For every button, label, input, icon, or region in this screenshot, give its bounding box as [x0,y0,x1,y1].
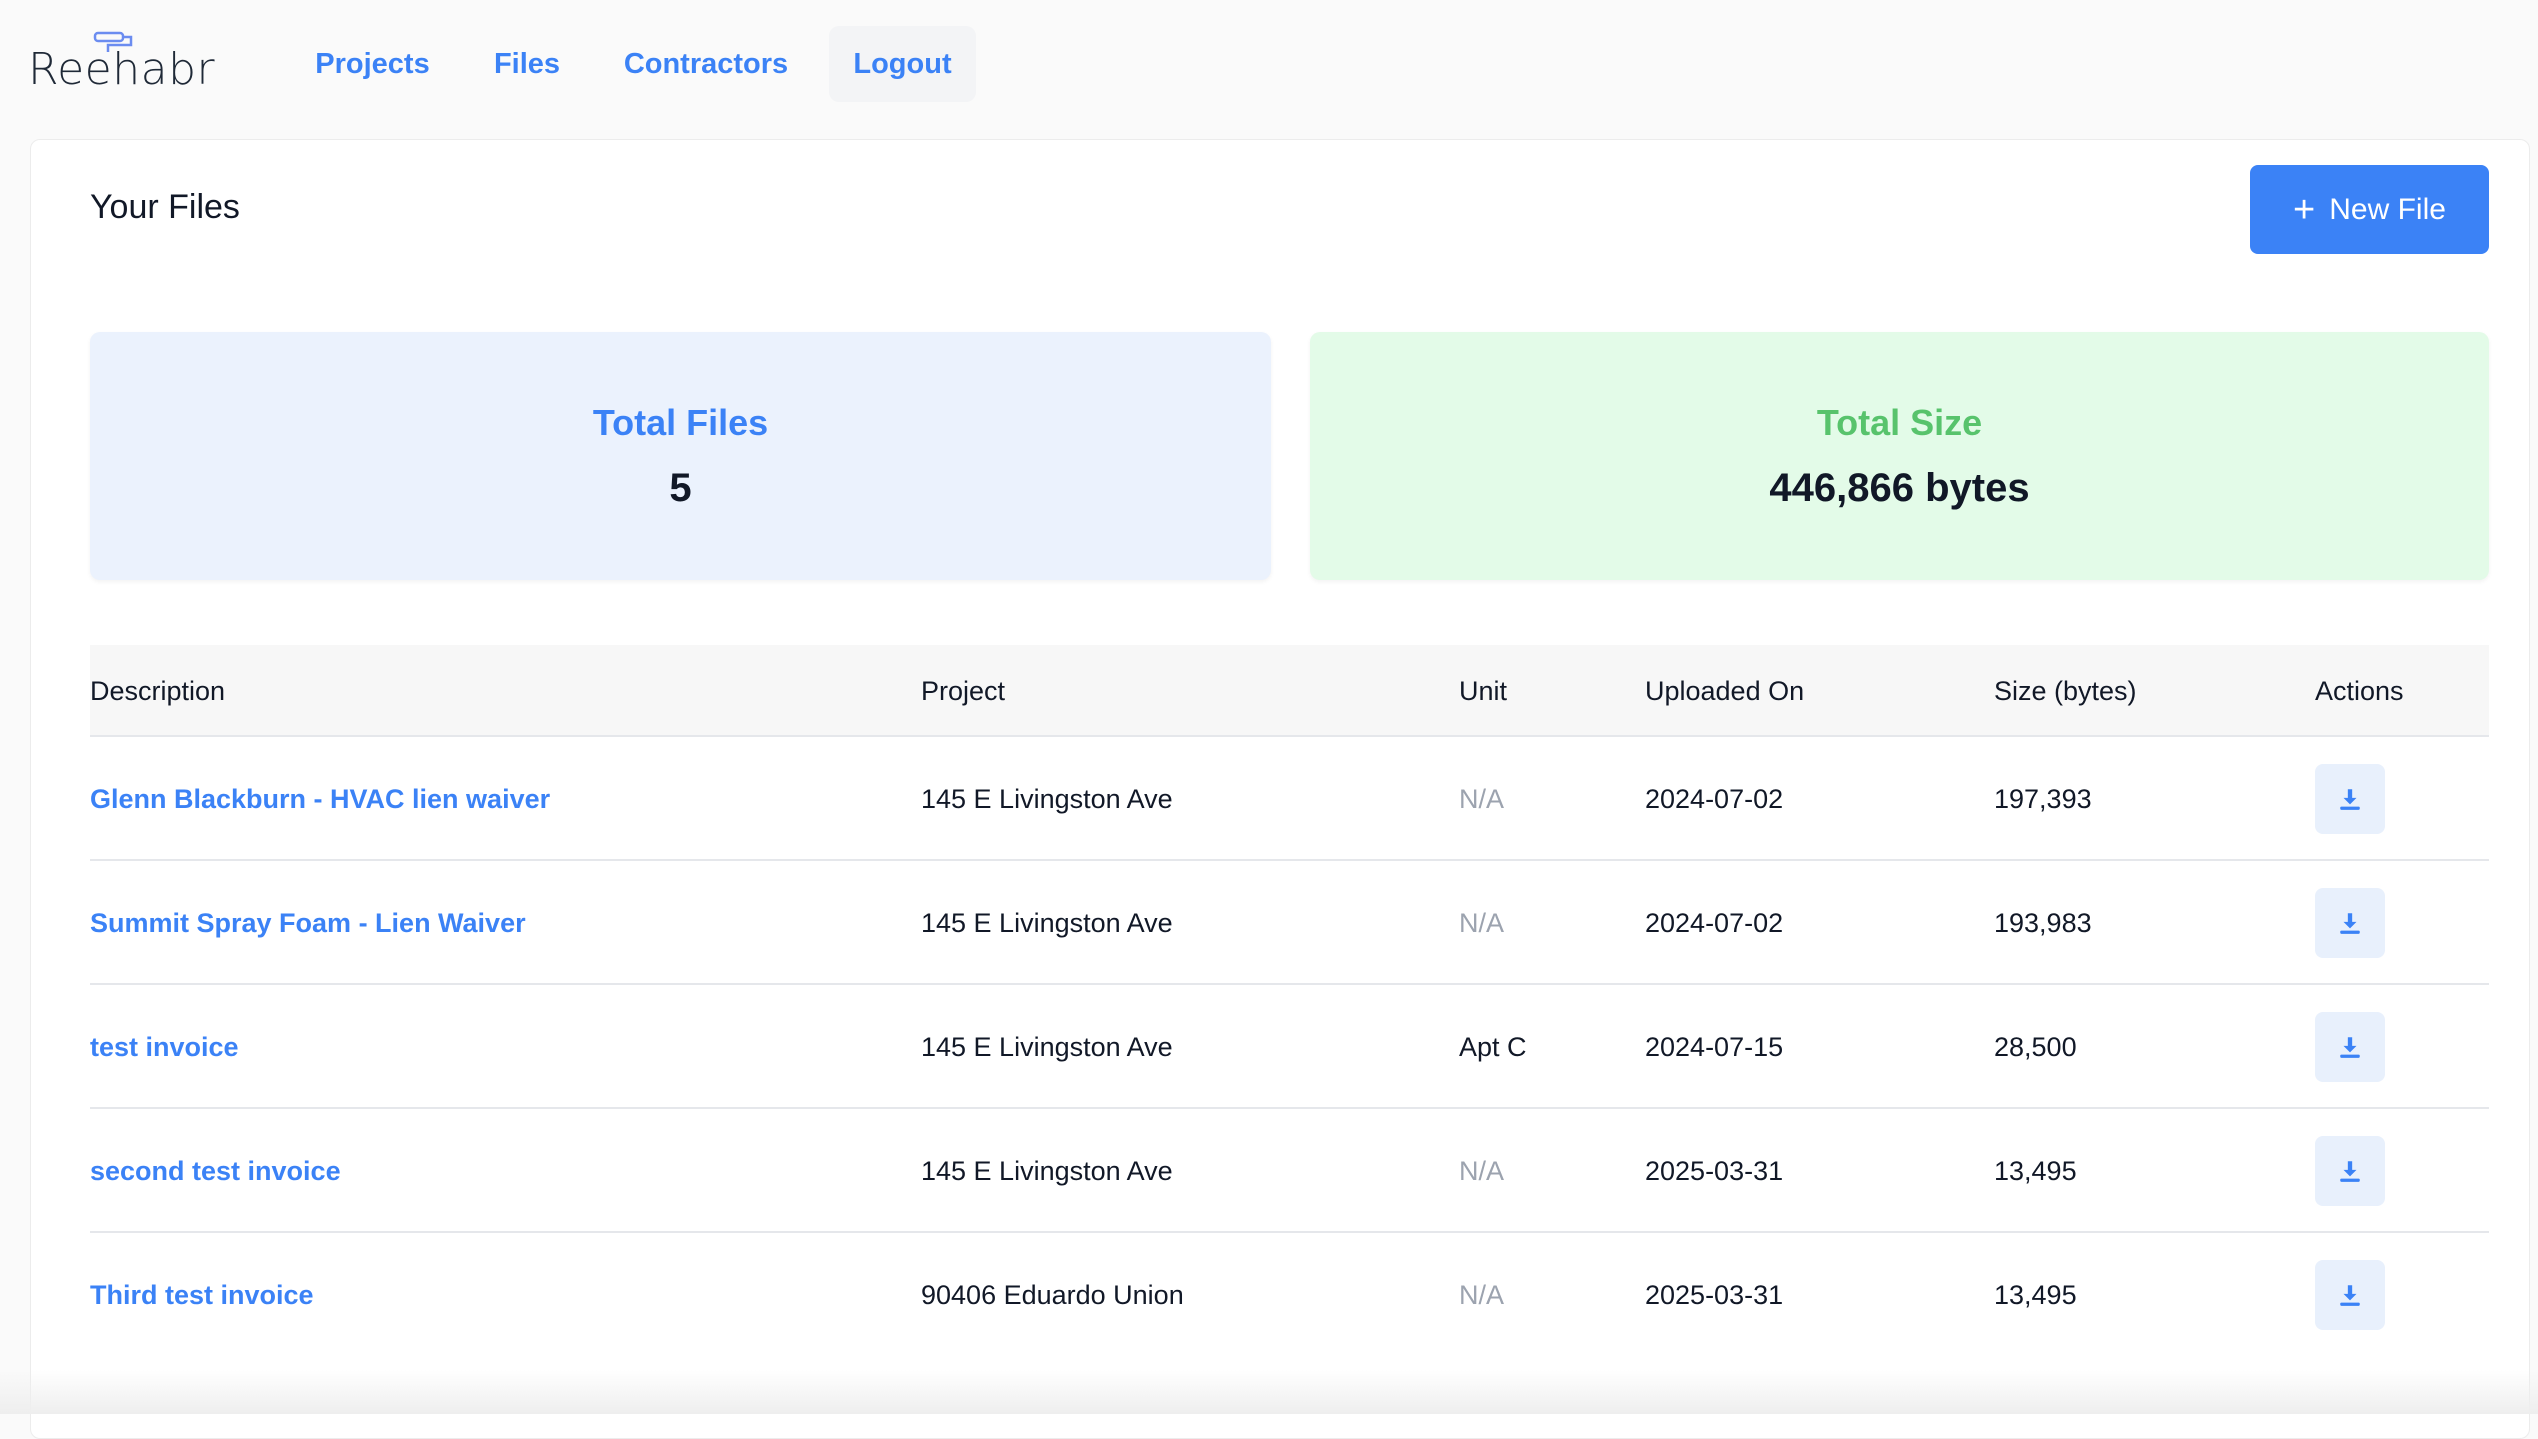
top-navigation: Reehabr Projects Files Contractors Logou… [0,0,2538,139]
file-unit: N/A [1459,1279,1505,1310]
table-row: test invoice 145 E Livingston Ave Apt C … [90,985,2489,1109]
column-actions: Actions [2315,675,2404,706]
nav-projects[interactable]: Projects [300,26,445,102]
download-icon [2340,1037,2360,1058]
file-description-link[interactable]: second test invoice [90,1109,341,1233]
file-uploaded-on: 2024-07-02 [1645,907,1784,938]
file-description-link[interactable]: test invoice [90,985,239,1109]
nav-contractors[interactable]: Contractors [608,26,804,102]
file-unit: N/A [1459,907,1505,938]
total-files-card: Total Files 5 [90,332,1271,580]
total-files-label: Total Files [592,401,769,443]
download-button[interactable] [2315,764,2385,834]
file-size: 197,393 [1994,783,2092,814]
file-unit: N/A [1459,783,1505,814]
page-title: Your Files [90,188,240,226]
total-size-label: Total Size [1816,401,1983,443]
table-row: second test invoice 145 E Livingston Ave… [90,1109,2489,1233]
file-uploaded-on: 2024-07-02 [1645,783,1784,814]
column-uploaded-on: Uploaded On [1645,675,1805,706]
file-project: 145 E Livingston Ave [921,1155,1173,1186]
files-table-header: Description Project Unit Uploaded On Siz… [90,645,2489,737]
table-row: Summit Spray Foam - Lien Waiver 145 E Li… [90,861,2489,985]
table-row: Glenn Blackburn - HVAC lien waiver 145 E… [90,737,2489,861]
file-description-link[interactable]: Summit Spray Foam - Lien Waiver [90,861,526,985]
brand-logo[interactable]: Reehabr [28,30,215,100]
file-uploaded-on: 2024-07-15 [1645,1031,1784,1062]
file-project: 90406 Eduardo Union [921,1279,1184,1310]
brand-name: Reehabr [28,44,216,95]
download-icon [2340,1161,2360,1182]
total-size-card: Total Size 446,866 bytes [1310,332,2489,580]
download-button[interactable] [2315,1012,2385,1082]
download-icon [2340,1285,2360,1306]
file-size: 13,495 [1994,1279,2077,1310]
file-uploaded-on: 2025-03-31 [1645,1155,1784,1186]
file-size: 193,983 [1994,907,2092,938]
new-file-label: New File [2329,192,2446,226]
file-description-link[interactable]: Third test invoice [90,1233,314,1357]
plus-icon: + [2293,188,2316,231]
nav-files[interactable]: Files [480,26,574,102]
file-project: 145 E Livingston Ave [921,907,1173,938]
nav-logout[interactable]: Logout [829,26,976,102]
download-button[interactable] [2315,888,2385,958]
column-unit: Unit [1459,675,1508,706]
column-size: Size (bytes) [1994,675,2137,706]
total-files-value: 5 [669,465,692,510]
download-button[interactable] [2315,1136,2385,1206]
file-unit: N/A [1459,1155,1505,1186]
file-unit: Apt C [1459,1031,1527,1062]
column-project: Project [921,675,1006,706]
new-file-button[interactable]: + New File [2250,165,2489,254]
file-project: 145 E Livingston Ave [921,1031,1173,1062]
download-icon [2340,789,2360,810]
file-project: 145 E Livingston Ave [921,783,1173,814]
file-size: 13,495 [1994,1155,2077,1186]
file-description-link[interactable]: Glenn Blackburn - HVAC lien waiver [90,737,550,861]
bottom-shadow [0,1370,2538,1414]
table-row: Third test invoice 90406 Eduardo Union N… [90,1233,2489,1357]
file-size: 28,500 [1994,1031,2077,1062]
total-size-value: 446,866 bytes [1769,465,2030,510]
file-uploaded-on: 2025-03-31 [1645,1279,1784,1310]
download-button[interactable] [2315,1260,2385,1330]
column-description: Description [90,675,226,706]
download-icon [2340,913,2360,934]
